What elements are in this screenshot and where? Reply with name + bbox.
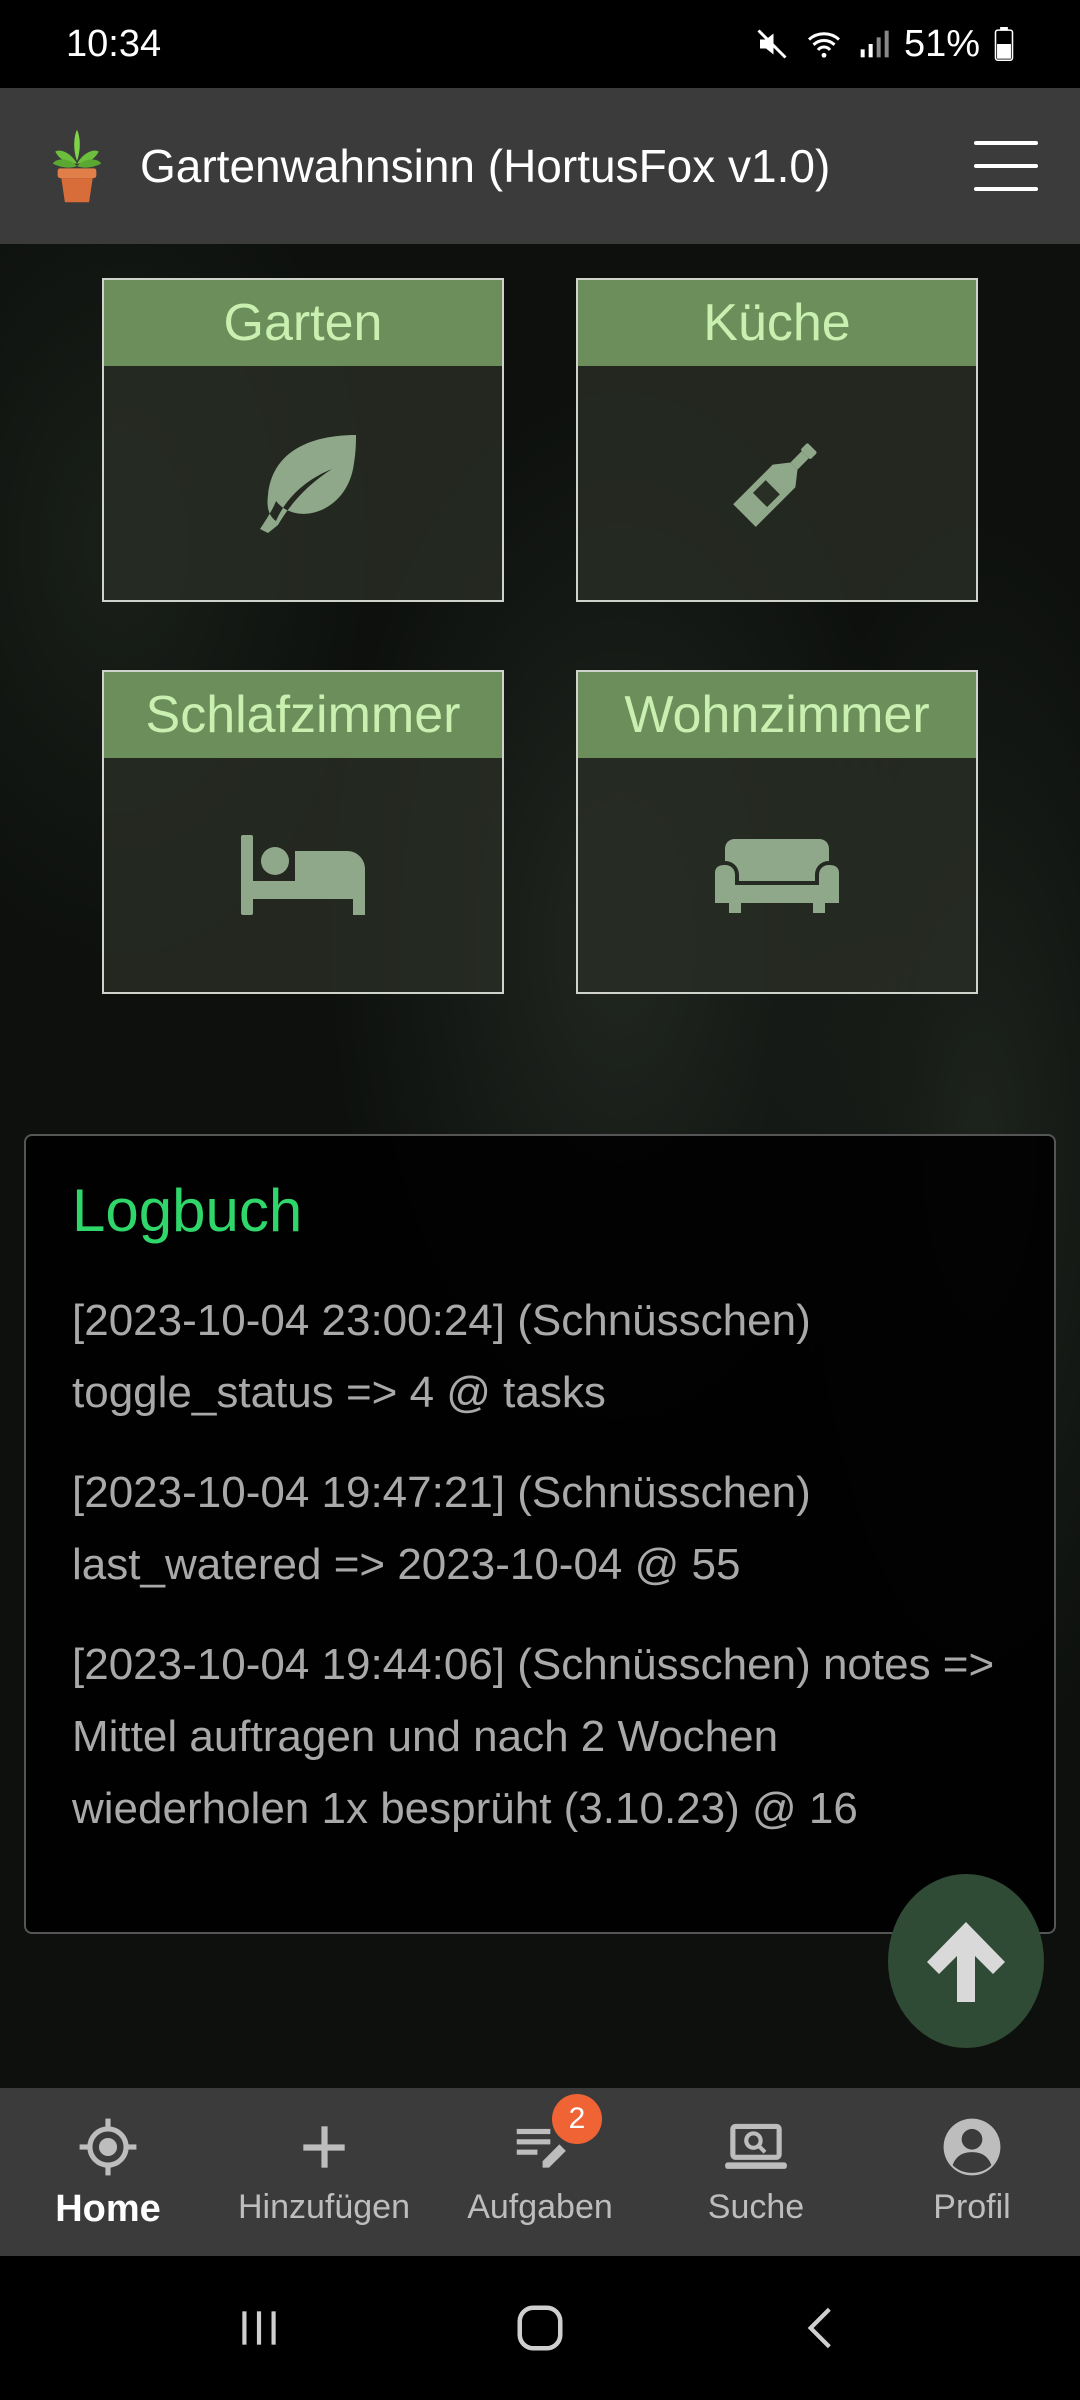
nav-item-hinzufuegen[interactable]: Hinzufügen	[216, 2088, 432, 2256]
logbook-title: Logbuch	[72, 1177, 303, 1244]
room-name: Schlafzimmer	[104, 672, 502, 758]
bottle-icon	[733, 443, 817, 527]
room-tile-garten[interactable]: Garten	[102, 278, 504, 602]
bed-icon	[241, 835, 365, 915]
sofa-icon	[715, 839, 839, 913]
nav-item-aufgaben[interactable]: 2 Aufgaben	[432, 2088, 648, 2256]
mute-icon	[757, 29, 787, 59]
nav-label: Hinzufügen	[237, 2188, 410, 2226]
room-tile-wohnzimmer[interactable]: Wohnzimmer	[576, 670, 978, 994]
status-icons: 51%	[754, 23, 1014, 66]
logbook-panel: Logbuch [2023-10-04 23:00:24] (Schnüssch…	[24, 1134, 1056, 1934]
plus-icon	[303, 2126, 345, 2168]
nav-label: Aufgaben	[467, 2188, 613, 2226]
crosshair-icon	[79, 2118, 137, 2176]
battery-percent: 51%	[903, 22, 980, 65]
nav-label: Profil	[933, 2188, 1011, 2226]
back-icon[interactable]	[796, 2303, 846, 2353]
room-tile-schlafzimmer[interactable]: Schlafzimmer	[102, 670, 504, 994]
nav-item-home[interactable]: Home	[0, 2088, 216, 2256]
system-nav-bar	[0, 2256, 1080, 2400]
scroll-top-button[interactable]	[888, 1874, 1044, 2048]
plant-pot-icon	[52, 129, 102, 203]
hamburger-menu-icon[interactable]	[974, 141, 1038, 191]
profile-icon	[943, 2118, 1001, 2176]
bottom-nav: Home Hinzufügen 2 Aufgaben Suche Profil	[0, 2088, 1080, 2256]
recent-apps-icon[interactable]	[234, 2303, 284, 2353]
battery-icon	[994, 27, 1014, 61]
leaf-icon	[260, 435, 356, 533]
app-title: Gartenwahnsinn (HortusFox v1.0)	[140, 140, 831, 192]
home-icon[interactable]	[513, 2301, 567, 2355]
arrow-up-icon	[927, 1922, 1005, 2002]
wifi-icon	[807, 32, 840, 58]
room-tile-kueche[interactable]: Küche	[576, 278, 978, 602]
tasks-badge: 2	[552, 2094, 602, 2144]
app-header: Gartenwahnsinn (HortusFox v1.0)	[0, 88, 1080, 244]
nav-label: Suche	[707, 2188, 805, 2226]
nav-item-profil[interactable]: Profil	[864, 2088, 1080, 2256]
signal-icon	[860, 30, 889, 58]
room-name: Küche	[578, 280, 976, 366]
log-entry: [2023-10-04 23:00:24] (Schnüsschen) togg…	[72, 1296, 811, 1417]
status-bar: 10:34 51%	[0, 0, 1080, 88]
room-name: Garten	[104, 280, 502, 366]
laptop-search-icon	[725, 2123, 787, 2169]
log-entry: [2023-10-04 19:44:06] (Schnüsschen) note…	[72, 1640, 995, 1833]
status-time: 10:34	[66, 22, 162, 65]
nav-item-suche[interactable]: Suche	[648, 2088, 864, 2256]
room-name: Wohnzimmer	[578, 672, 976, 758]
log-entry: [2023-10-04 19:47:21] (Schnüsschen) last…	[72, 1468, 811, 1589]
nav-label: Home	[55, 2188, 161, 2230]
